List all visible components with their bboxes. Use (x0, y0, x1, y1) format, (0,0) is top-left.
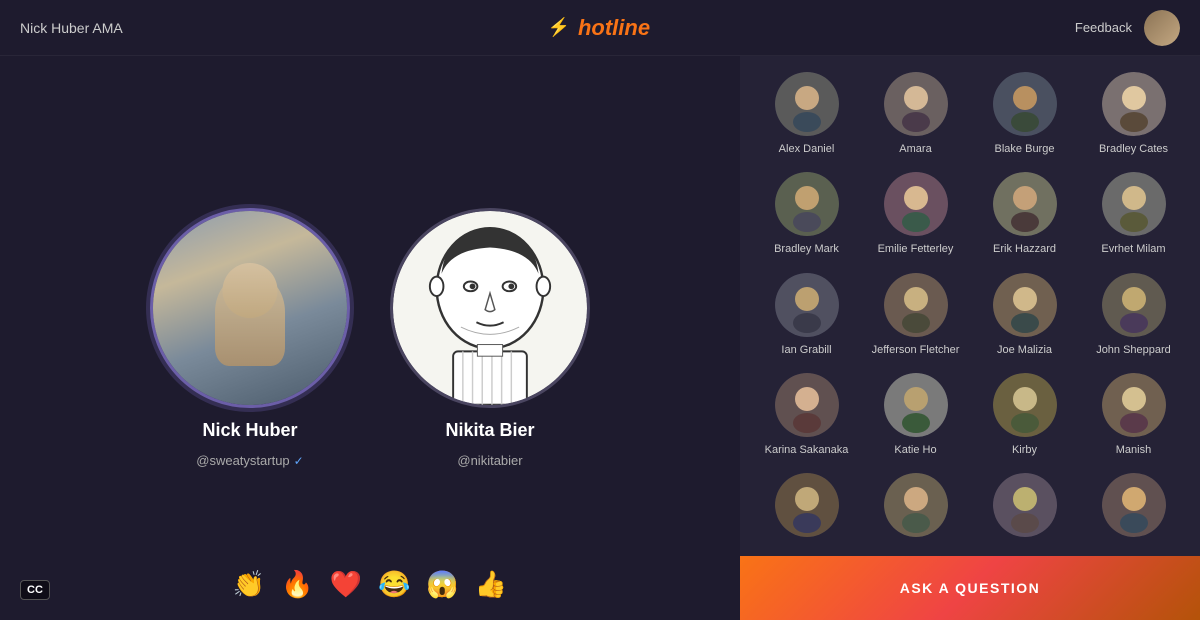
audience-avatar (993, 172, 1057, 236)
audience-member-name: Kirby (1012, 443, 1037, 457)
audience-member[interactable]: Erik Hazzard (974, 172, 1075, 256)
audience-member[interactable]: Bradley Mark (756, 172, 857, 256)
avatar-image (1144, 10, 1180, 46)
audience-avatar (1102, 373, 1166, 437)
audience-member-name: Alex Daniel (779, 142, 835, 156)
audience-member[interactable]: Joe Malizia (974, 273, 1075, 357)
audience-member-name: Emilie Fetterley (878, 242, 954, 256)
audience-member-name: Evrhet Milam (1101, 242, 1165, 256)
nikita-name: Nikita Bier (445, 420, 534, 441)
reaction-shock[interactable]: 😱 (426, 569, 458, 600)
ask-question-label: ASK A QUESTION (900, 580, 1041, 596)
audience-avatar (884, 172, 948, 236)
audience-member-name: Erik Hazzard (993, 242, 1056, 256)
audience-avatar (1102, 473, 1166, 537)
video-panel: Nick Huber @sweatystartup ✓ (0, 56, 740, 620)
audience-member[interactable]: John Sheppard (1083, 273, 1184, 357)
reactions-bar: 👏 🔥 ❤️ 😂 😱 👍 (233, 569, 507, 600)
logo: ⚡ hotline (548, 15, 651, 41)
audience-avatar (993, 273, 1057, 337)
logo-text: hotline (578, 15, 650, 41)
audience-member[interactable]: Evrhet Milam (1083, 172, 1184, 256)
speakers-area: Nick Huber @sweatystartup ✓ (150, 208, 590, 468)
audience-avatar (775, 273, 839, 337)
audience-member-name: Bradley Mark (774, 242, 839, 256)
audience-avatar (775, 473, 839, 537)
user-avatar[interactable] (1144, 10, 1180, 46)
reaction-fire[interactable]: 🔥 (281, 569, 313, 600)
nikita-avatar-image (393, 211, 587, 405)
audience-avatar (775, 373, 839, 437)
audience-member[interactable] (865, 473, 966, 543)
audience-member[interactable]: Karina Sakanaka (756, 373, 857, 457)
audience-avatar (1102, 273, 1166, 337)
audience-member[interactable]: Emilie Fetterley (865, 172, 966, 256)
nikita-avatar-circle (390, 208, 590, 408)
audience-member[interactable]: Bradley Cates (1083, 72, 1184, 156)
audience-member[interactable] (756, 473, 857, 543)
audience-member-name: Ian Grabill (781, 343, 831, 357)
audience-member[interactable]: Katie Ho (865, 373, 966, 457)
audience-member-name: Katie Ho (894, 443, 936, 457)
audience-member-name: Karina Sakanaka (765, 443, 849, 457)
audience-avatar (775, 172, 839, 236)
speaker-nick: Nick Huber @sweatystartup ✓ (150, 208, 350, 468)
reaction-laugh[interactable]: 😂 (378, 569, 410, 600)
reaction-thumbsup[interactable]: 👍 (475, 569, 507, 600)
audience-avatar (884, 373, 948, 437)
audience-grid: Alex Daniel Amara Blake Burge Bradley Cates… (756, 72, 1184, 543)
audience-avatar (884, 273, 948, 337)
page-title: Nick Huber AMA (20, 20, 123, 36)
nick-name: Nick Huber (202, 420, 297, 441)
reaction-heart[interactable]: ❤️ (330, 569, 362, 600)
audience-member[interactable] (1083, 473, 1184, 543)
audience-member[interactable]: Blake Burge (974, 72, 1075, 156)
audience-panel: Alex Daniel Amara Blake Burge Bradley Cates… (740, 56, 1200, 620)
feedback-button[interactable]: Feedback (1075, 20, 1132, 35)
audience-avatar (1102, 172, 1166, 236)
reaction-clap[interactable]: 👏 (233, 569, 265, 600)
audience-member[interactable] (974, 473, 1075, 543)
ask-question-bar[interactable]: ASK A QUESTION (740, 556, 1200, 620)
nick-video-circle (150, 208, 350, 408)
verified-icon: ✓ (294, 454, 304, 468)
nikita-sketch-svg (393, 208, 587, 408)
speaker-nikita: Nikita Bier @nikitabier (390, 208, 590, 468)
audience-member-name: Amara (899, 142, 931, 156)
audience-avatar (884, 72, 948, 136)
audience-member[interactable]: Jefferson Fletcher (865, 273, 966, 357)
audience-avatar (993, 72, 1057, 136)
audience-member-name: Bradley Cates (1099, 142, 1168, 156)
audience-member[interactable]: Ian Grabill (756, 273, 857, 357)
audience-member-name: John Sheppard (1096, 343, 1171, 357)
cc-button[interactable]: CC (20, 580, 50, 600)
header: Nick Huber AMA ⚡ hotline Feedback (0, 0, 1200, 56)
audience-member-name: Manish (1116, 443, 1151, 457)
nick-handle: @sweatystartup ✓ (196, 453, 303, 468)
nick-video-feed (153, 211, 347, 405)
audience-avatar (884, 473, 948, 537)
audience-member[interactable]: Amara (865, 72, 966, 156)
audience-member[interactable]: Manish (1083, 373, 1184, 457)
nikita-handle: @nikitabier (457, 453, 522, 468)
audience-avatar (775, 72, 839, 136)
main-content: Nick Huber @sweatystartup ✓ (0, 56, 1200, 620)
audience-member-name: Blake Burge (995, 142, 1055, 156)
audience-member[interactable]: Kirby (974, 373, 1075, 457)
audience-member-name: Joe Malizia (997, 343, 1052, 357)
audience-avatar (1102, 72, 1166, 136)
logo-icon: ⚡ (548, 17, 570, 38)
audience-member[interactable]: Alex Daniel (756, 72, 857, 156)
header-right: Feedback (1075, 10, 1180, 46)
audience-avatar (993, 473, 1057, 537)
audience-member-name: Jefferson Fletcher (872, 343, 960, 357)
audience-avatar (993, 373, 1057, 437)
